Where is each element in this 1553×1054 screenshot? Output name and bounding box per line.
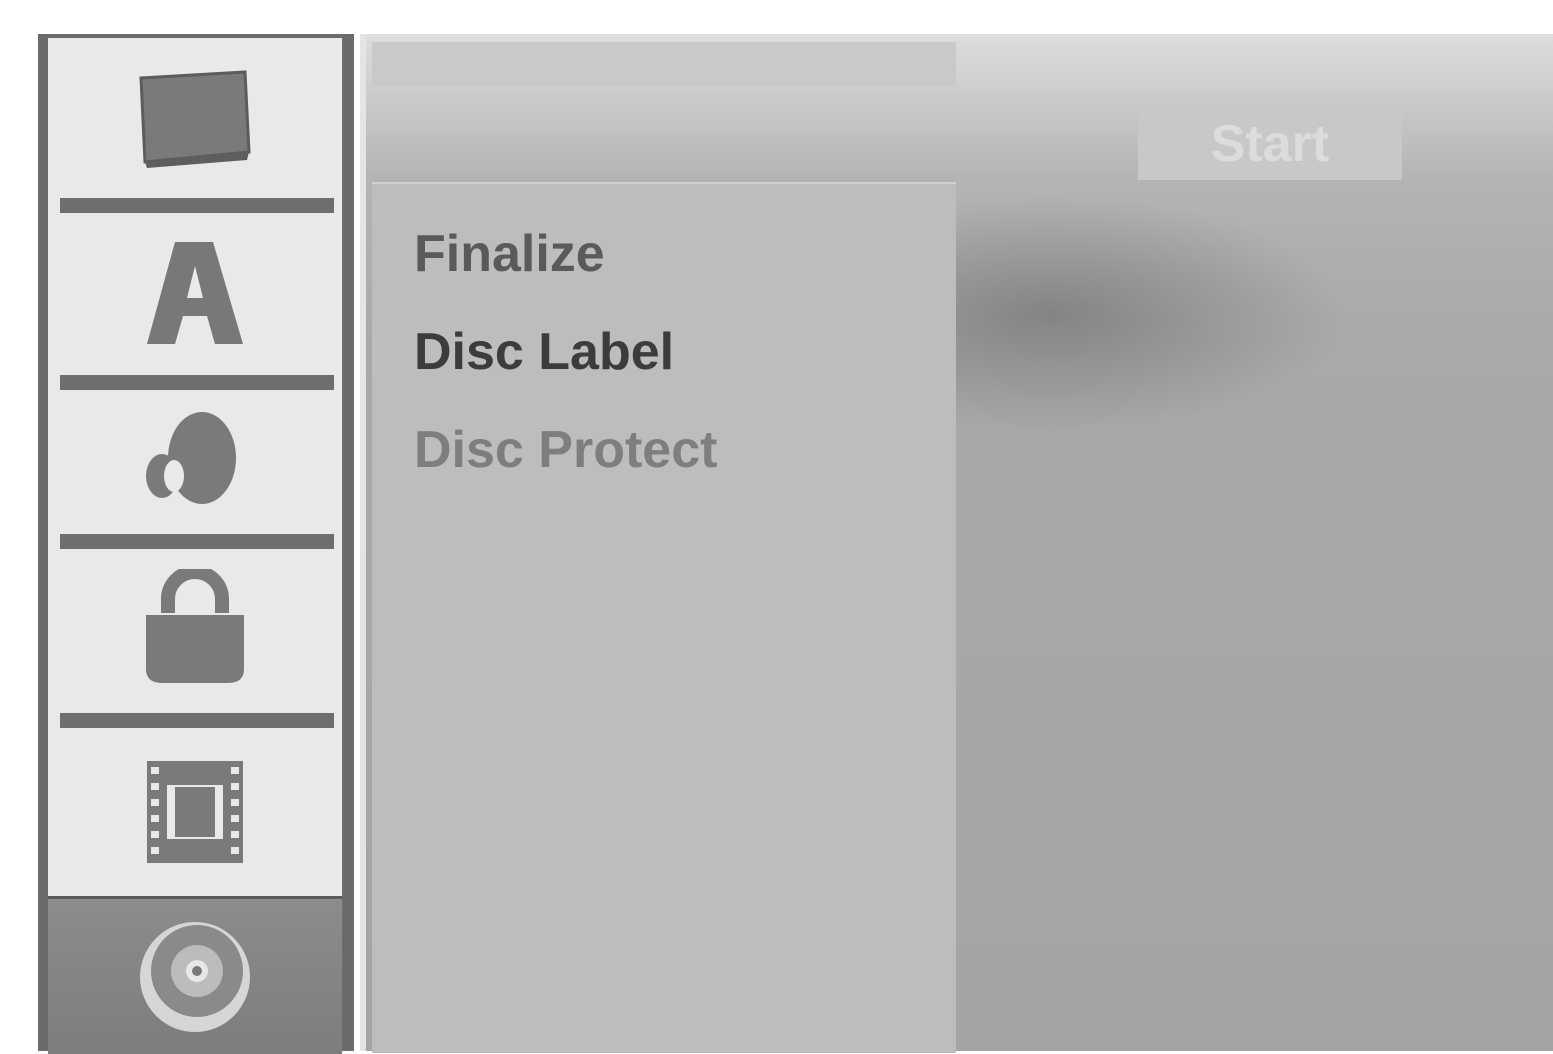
sidebar-item-audio[interactable]: [48, 390, 342, 530]
screen-icon: [133, 66, 257, 170]
sidebar-divider: [60, 375, 334, 390]
main-panel: Start Finalize Disc Label Disc Protect: [360, 34, 1553, 1053]
panel-title-bar: [372, 42, 956, 86]
language-icon: [145, 238, 245, 348]
sidebar-divider: [60, 198, 334, 213]
audio-icon: [140, 410, 250, 510]
disc-menu: Finalize Disc Label Disc Protect: [372, 182, 956, 1053]
menu-item-finalize[interactable]: Finalize: [414, 224, 605, 284]
sidebar-divider: [60, 534, 334, 549]
settings-sidebar: [38, 34, 354, 1054]
lock-icon: [140, 569, 250, 689]
sidebar-panel: [48, 38, 342, 1054]
sidebar-item-display[interactable]: [48, 38, 342, 198]
sidebar-item-language[interactable]: [48, 213, 342, 373]
sidebar-divider: [60, 713, 334, 728]
menu-item-disc-protect[interactable]: Disc Protect: [414, 420, 717, 480]
menu-item-disc-label[interactable]: Disc Label: [414, 322, 674, 382]
start-button[interactable]: Start: [1138, 108, 1402, 180]
disc-icon: [137, 919, 253, 1035]
sidebar-item-film[interactable]: [48, 728, 342, 896]
sidebar-item-lock[interactable]: [48, 549, 342, 709]
film-icon: [145, 757, 245, 867]
sidebar-item-disc[interactable]: [48, 896, 342, 1054]
